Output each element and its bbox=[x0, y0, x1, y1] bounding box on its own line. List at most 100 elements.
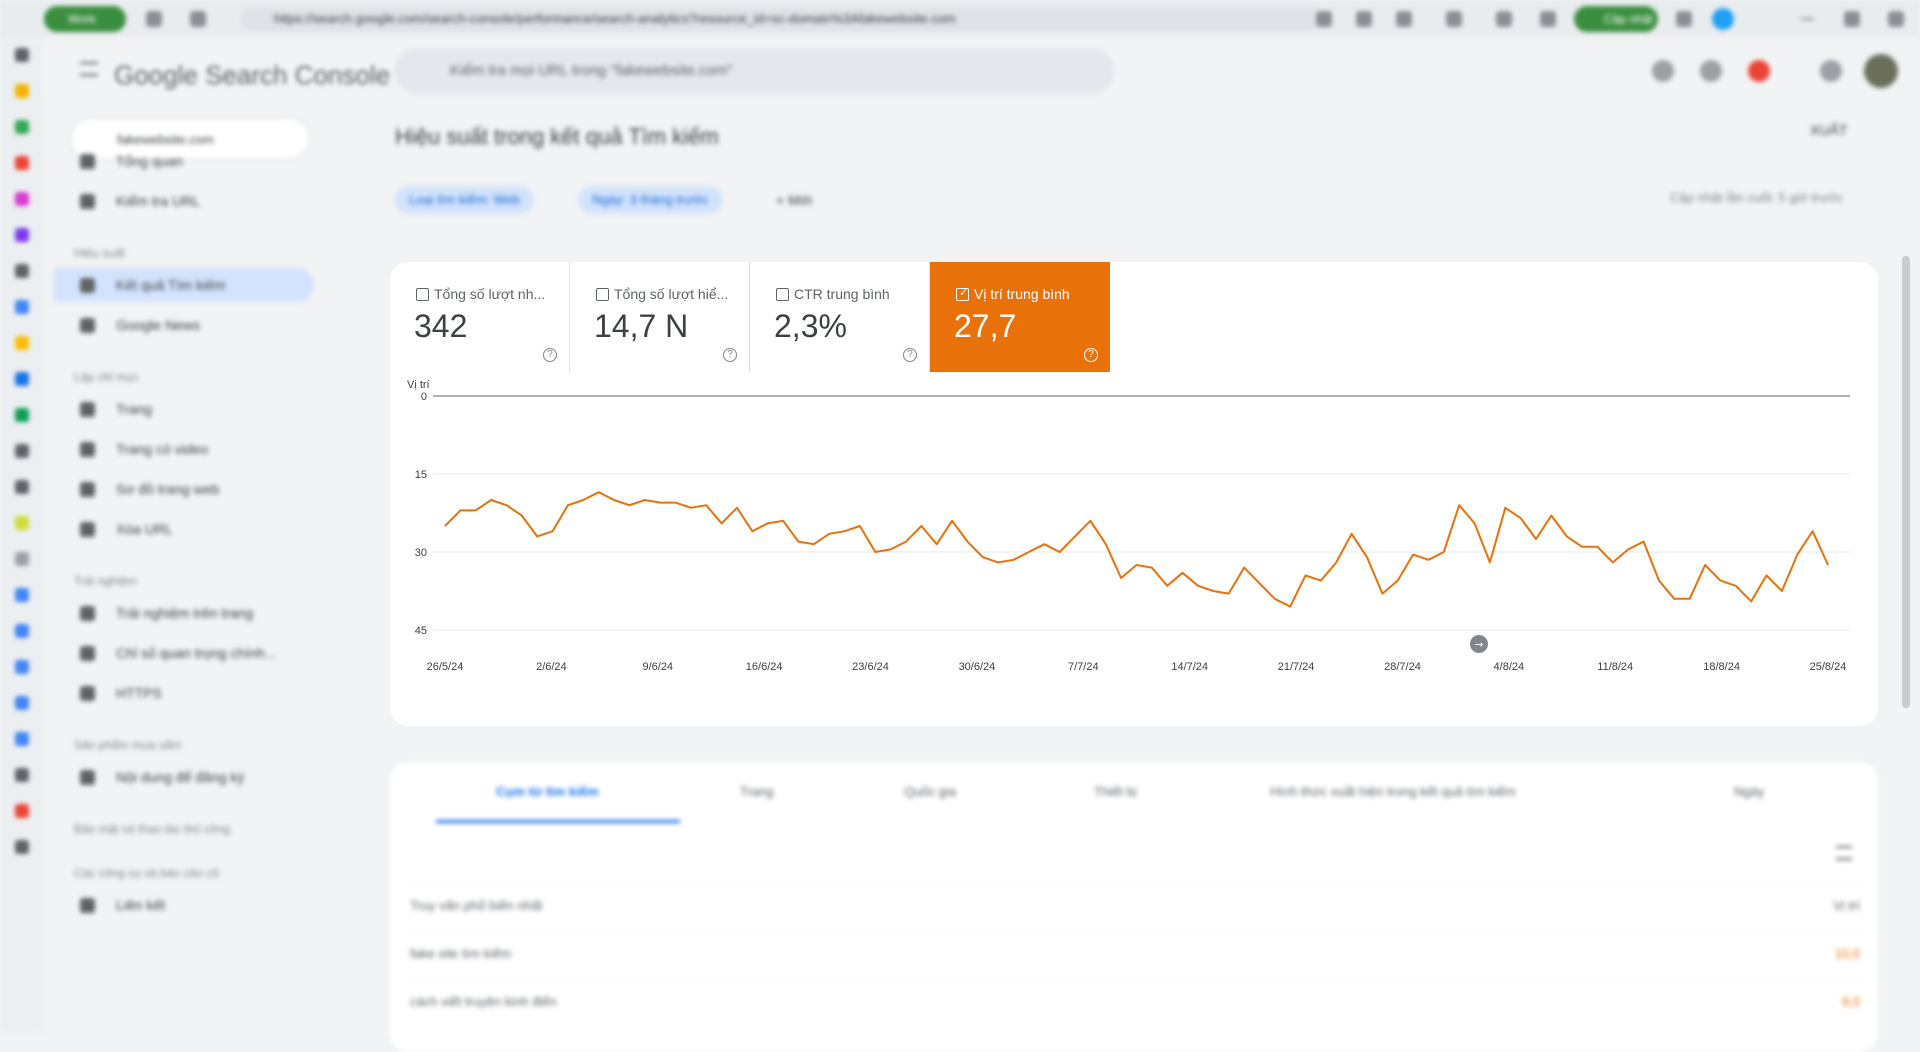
tab-devices[interactable]: Thiết bị bbox=[1094, 784, 1137, 799]
url-inspect-search[interactable]: Kiểm tra mọi URL trong "fakewebsite.com" bbox=[394, 48, 1114, 94]
page-scrollbar[interactable] bbox=[1902, 256, 1910, 708]
rail-icon[interactable] bbox=[15, 48, 29, 62]
tab-search-appearance[interactable]: Hình thức xuất hiện trong kết quả tìm ki… bbox=[1270, 784, 1516, 799]
rail-icon[interactable] bbox=[15, 264, 29, 278]
metric-checkbox[interactable] bbox=[416, 288, 429, 301]
nav-item-icon bbox=[80, 194, 95, 209]
rail-icon[interactable] bbox=[15, 804, 29, 818]
help-icon[interactable]: ? bbox=[903, 348, 917, 362]
profile-icon[interactable] bbox=[1540, 11, 1556, 27]
rail-icon[interactable] bbox=[15, 696, 29, 710]
rail-icon[interactable] bbox=[15, 120, 29, 134]
metric-card-ctr[interactable]: CTR trung bình 2,3% ? bbox=[750, 262, 930, 372]
metric-card-impressions[interactable]: Tổng số lượt hiể... 14,7 N ? bbox=[570, 262, 750, 372]
position-chart[interactable]: Vị trí 0 15 30 45 26/5/24 2/6/24 9/6/24 16/6/24… bbox=[390, 372, 1878, 726]
update-button[interactable]: Cập nhật bbox=[1574, 6, 1658, 32]
menu-icon[interactable] bbox=[1676, 11, 1692, 27]
sidebar-item[interactable]: Trải nghiệm trên trang bbox=[54, 596, 314, 630]
rail-icon[interactable] bbox=[15, 408, 29, 422]
rail-icon[interactable] bbox=[15, 480, 29, 494]
sidebar-item-label: HTTPS bbox=[116, 685, 162, 701]
app-logo[interactable]: Google Search Console bbox=[114, 60, 390, 91]
sidebar-item[interactable]: Tổng quan bbox=[54, 144, 314, 178]
tab-countries[interactable]: Quốc gia bbox=[904, 784, 956, 799]
download-icon[interactable] bbox=[1496, 11, 1512, 27]
sidebar-item[interactable]: Kiểm tra URL bbox=[54, 184, 314, 218]
table-row[interactable]: fake site tìm kiếm 10,0 bbox=[410, 930, 1860, 977]
rail-icon[interactable] bbox=[15, 588, 29, 602]
account-avatar[interactable] bbox=[1864, 54, 1898, 88]
rail-icon[interactable] bbox=[15, 768, 29, 782]
help-icon[interactable]: ? bbox=[1084, 348, 1098, 362]
nav-item-icon bbox=[80, 770, 95, 785]
maximize-icon[interactable] bbox=[1844, 11, 1860, 27]
sidebar-item[interactable]: Chỉ số quan trọng chính... bbox=[54, 636, 314, 670]
tab-pages[interactable]: Trang bbox=[740, 784, 773, 799]
sidebar-item[interactable]: Nội dung để đăng ký bbox=[54, 760, 314, 794]
sidebar-item[interactable]: Trang bbox=[54, 392, 314, 426]
series-line-position[interactable] bbox=[444, 491, 1829, 608]
metric-checkbox[interactable] bbox=[596, 288, 609, 301]
rail-icon[interactable] bbox=[15, 840, 29, 854]
rail-icon[interactable] bbox=[15, 300, 29, 314]
sidebar-item[interactable]: Sơ đồ trang web bbox=[54, 472, 314, 506]
rail-icon[interactable] bbox=[15, 84, 29, 98]
rail-icon[interactable] bbox=[15, 228, 29, 242]
rail-icon[interactable] bbox=[15, 336, 29, 350]
rail-icon[interactable] bbox=[15, 192, 29, 206]
nav-section-header[interactable]: Sản phẩm mua sắm bbox=[74, 738, 181, 752]
rail-icon[interactable] bbox=[15, 156, 29, 170]
puzzle-icon[interactable] bbox=[1446, 11, 1462, 27]
tab-queries[interactable]: Cụm từ tìm kiếm bbox=[496, 784, 599, 799]
sidebar-item[interactable]: Kết quả Tìm kiếm bbox=[54, 268, 314, 302]
add-filter-button[interactable]: + Mới bbox=[776, 186, 812, 214]
metric-card-clicks[interactable]: Tổng số lượt nh... 342 ? bbox=[390, 262, 570, 372]
sidebar-item[interactable]: Liên kết bbox=[54, 888, 314, 922]
people-icon[interactable] bbox=[1700, 60, 1722, 82]
table-row[interactable]: cách viết truyện kinh điển 9,0 bbox=[410, 978, 1860, 1025]
nav-section-header[interactable]: Bảo mật và thao tác thủ công bbox=[74, 822, 230, 836]
hamburger-icon[interactable] bbox=[80, 62, 98, 76]
minimize-icon[interactable] bbox=[1800, 18, 1814, 20]
nav-section-header[interactable]: Các công cụ và báo cáo cũ bbox=[74, 866, 219, 880]
rail-icon[interactable] bbox=[15, 444, 29, 458]
rail-icon[interactable] bbox=[15, 732, 29, 746]
sidebar-item[interactable]: Google News bbox=[54, 308, 314, 342]
metric-checkbox[interactable] bbox=[776, 288, 789, 301]
close-icon[interactable] bbox=[1888, 11, 1904, 27]
arrow-right-icon: → bbox=[1474, 638, 1483, 651]
extension-icon[interactable] bbox=[1356, 11, 1372, 27]
rail-icon[interactable] bbox=[15, 516, 29, 530]
avatar-icon[interactable] bbox=[1712, 8, 1734, 30]
apps-icon[interactable] bbox=[1820, 60, 1842, 82]
help-icon[interactable] bbox=[1652, 60, 1674, 82]
rail-icon[interactable] bbox=[15, 552, 29, 566]
filter-icon[interactable] bbox=[1836, 846, 1852, 860]
share-icon[interactable] bbox=[1316, 11, 1332, 27]
sidebar-item[interactable]: Xóa URL bbox=[54, 512, 314, 546]
export-button[interactable]: XUẤT bbox=[1810, 122, 1847, 138]
address-bar[interactable]: https://search.google.com/search-console… bbox=[240, 7, 1320, 31]
rail-icon[interactable] bbox=[15, 624, 29, 638]
tab-dates[interactable]: Ngày bbox=[1734, 784, 1764, 799]
profile-button[interactable]: Work bbox=[44, 6, 126, 32]
filter-chip-search-type[interactable]: Loại tìm kiếm: Web bbox=[395, 186, 535, 214]
metric-label: Tổng số lượt hiể... bbox=[614, 286, 729, 302]
metric-card-position[interactable]: ✓ Vị trí trung bình 27,7 ? bbox=[930, 262, 1110, 372]
notifications-icon[interactable] bbox=[1748, 60, 1770, 82]
help-icon[interactable]: ? bbox=[723, 348, 737, 362]
help-icon[interactable]: ? bbox=[543, 348, 557, 362]
sidebar-item[interactable]: Trang có video bbox=[54, 432, 314, 466]
rail-icon[interactable] bbox=[15, 372, 29, 386]
filter-chip-date[interactable]: Ngày: 3 tháng trước bbox=[578, 186, 723, 214]
metric-checkbox-checked[interactable]: ✓ bbox=[956, 288, 969, 301]
rail-icon[interactable] bbox=[15, 660, 29, 674]
bookmark-icon[interactable] bbox=[1396, 11, 1412, 27]
nav-section-header[interactable]: Trải nghiệm bbox=[74, 574, 137, 588]
nav-section-header[interactable]: Lập chỉ mục bbox=[74, 370, 139, 384]
back-icon[interactable] bbox=[146, 11, 162, 27]
tab-icon[interactable] bbox=[190, 11, 206, 27]
nav-section-header[interactable]: Hiệu suất bbox=[74, 246, 125, 260]
plus-icon: + bbox=[776, 192, 789, 208]
sidebar-item[interactable]: HTTPS bbox=[54, 676, 314, 710]
